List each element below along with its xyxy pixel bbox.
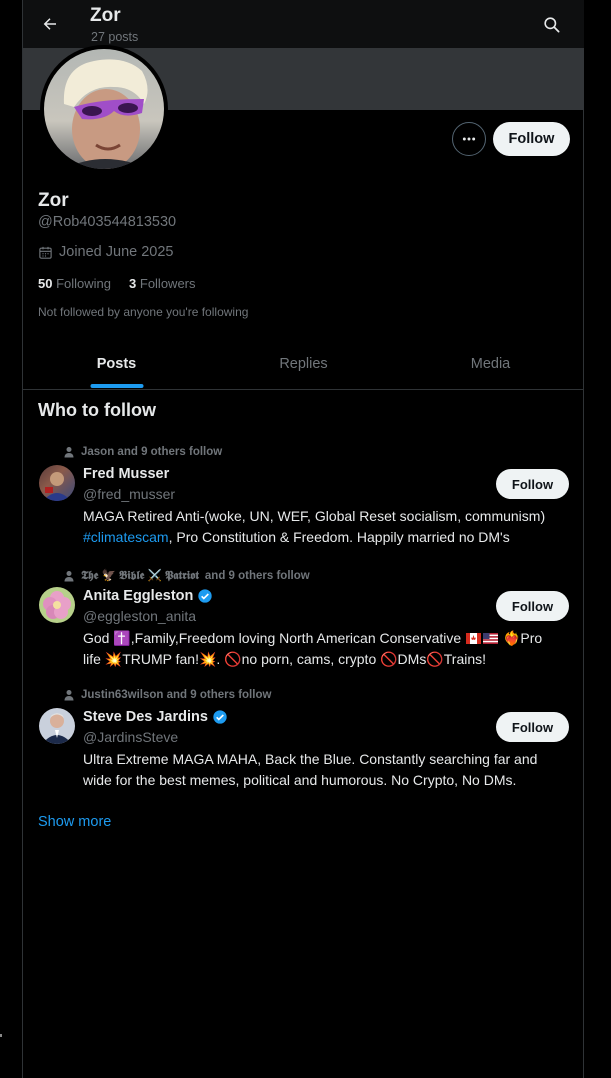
back-arrow-icon [43, 18, 56, 30]
hashtag-link[interactable]: #climatescam [83, 529, 169, 545]
social-context: 𝕿𝖍𝖊 🦅 𝕭𝖎𝖇𝖑𝖊 ⚔️ 𝕻𝖆𝖙𝖗𝖎𝖔𝖙 and 9 others foll… [63, 568, 310, 583]
suggestion-follow-button[interactable]: Follow [496, 591, 569, 621]
joined-date: Joined June 2025 [38, 244, 174, 260]
calendar-icon [39, 246, 52, 259]
suggestion-name-row[interactable]: Steve Des Jardins [83, 709, 228, 725]
followers-link[interactable]: 3 Followers [129, 276, 195, 291]
joined-text: Joined June 2025 [59, 244, 174, 260]
person-icon [64, 570, 74, 581]
person-icon [64, 447, 74, 458]
tab-replies[interactable]: Replies [210, 339, 397, 389]
who-to-follow-title: Who to follow [38, 400, 156, 420]
suggestion-bio: God ✝️,Family,Freedom loving North Ameri… [83, 630, 543, 667]
search-icon [543, 16, 559, 32]
follow-stats: 50 Following 3 Followers [38, 276, 196, 291]
suggestion-follow-button[interactable]: Follow [496, 712, 569, 742]
back-button[interactable] [35, 9, 65, 39]
suggestion-bio: Ultra Extreme MAGA MAHA, Back the Blue. … [83, 751, 538, 788]
suggestion-handle: @fred_musser [83, 486, 176, 502]
suggestion-follow-button[interactable]: Follow [496, 469, 569, 499]
profile-avatar[interactable] [40, 45, 168, 173]
tab-posts[interactable]: Posts [23, 339, 210, 389]
tab-media[interactable]: Media [397, 339, 584, 389]
suggestion-handle: @JardinsSteve [83, 729, 179, 745]
suggestion-name[interactable]: Anita Eggleston [83, 588, 193, 604]
suggestion-bio: MAGA Retired Anti-(woke, UN, WEF, Global… [83, 508, 546, 545]
search-button[interactable] [536, 9, 566, 39]
suggestion-avatar[interactable] [39, 465, 75, 501]
suggestion-avatar[interactable] [39, 708, 75, 744]
suggestion-avatar[interactable] [39, 587, 75, 623]
more-options-button[interactable] [452, 122, 486, 156]
following-link[interactable]: 50 Following [38, 276, 111, 291]
profile-name: Zor [38, 190, 69, 211]
social-context: Justin63wilson and 9 others follow [63, 689, 271, 701]
edge-marker [0, 1034, 2, 1037]
profile-tabs: Posts Replies Media [23, 339, 584, 390]
header-post-count: 27 posts [91, 30, 139, 44]
profile-column: Zor 27 posts Follow Zor @Rob403544813530… [22, 0, 584, 1078]
person-icon [64, 690, 74, 701]
canada-flag-icon [466, 633, 482, 644]
profile-handle: @Rob403544813530 [38, 214, 177, 230]
suggestion-name-row[interactable]: Anita Eggleston [83, 588, 213, 604]
top-bar: Zor 27 posts [23, 0, 584, 48]
more-icon [462, 137, 476, 141]
verified-badge-icon [213, 710, 227, 724]
verified-badge-icon [198, 589, 213, 603]
show-more-link[interactable]: Show more [38, 814, 111, 830]
not-followed-note: Not followed by anyone you're following [38, 305, 249, 319]
suggestion-handle: @eggleston_anita [83, 608, 197, 624]
suggestion-name[interactable]: Fred Musser [83, 466, 169, 482]
avatar-image [44, 49, 164, 169]
us-flag-icon [483, 633, 499, 644]
suggestion-name[interactable]: Steve Des Jardins [83, 709, 208, 725]
header-name: Zor [90, 5, 121, 26]
social-context: Jason and 9 others follow [63, 446, 222, 458]
follow-button[interactable]: Follow [493, 122, 570, 156]
